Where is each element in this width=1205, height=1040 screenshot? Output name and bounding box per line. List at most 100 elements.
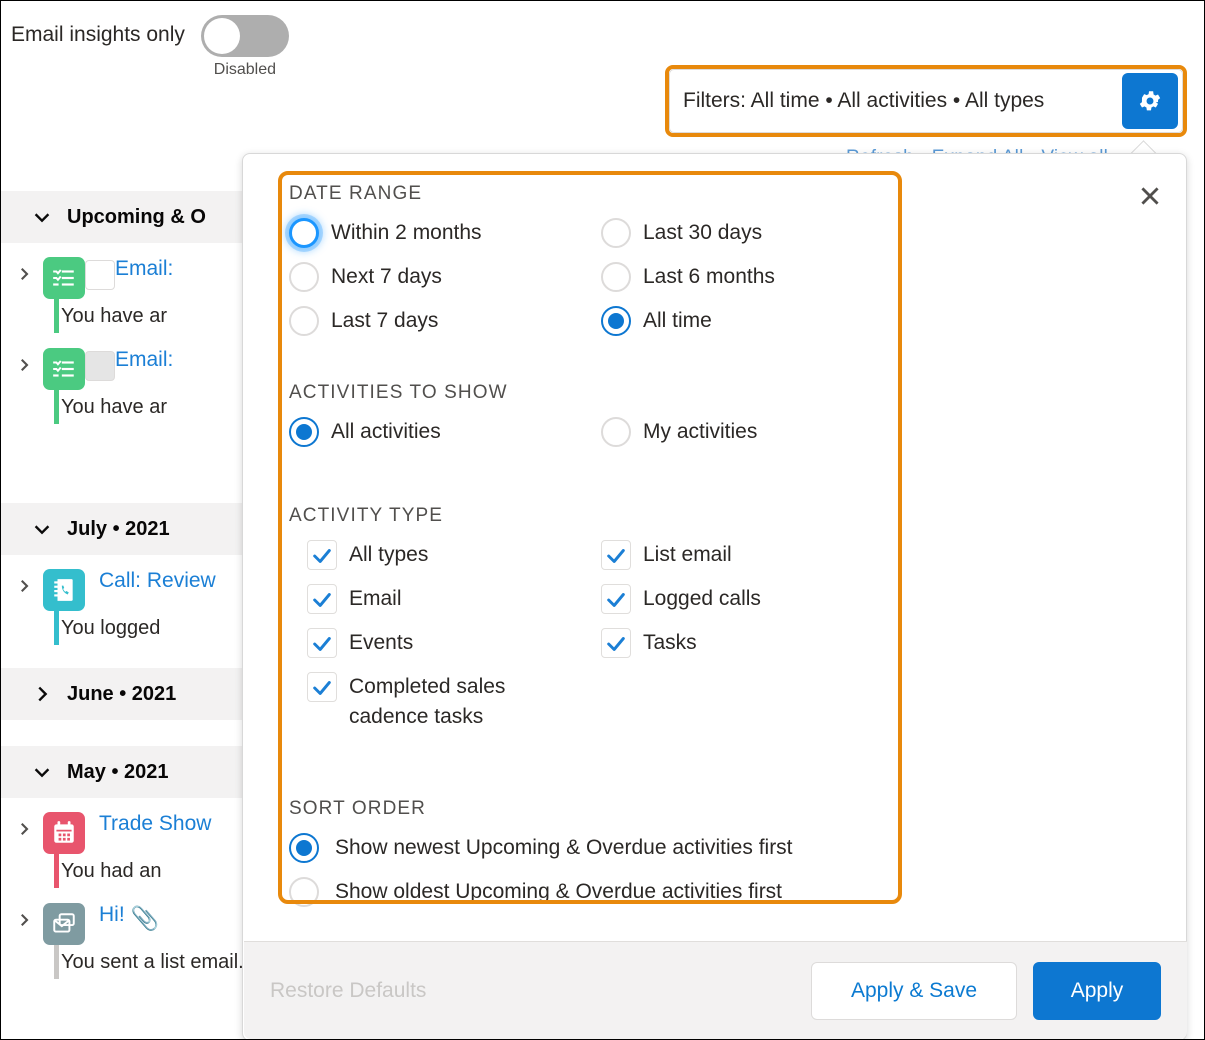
timeline-connector	[54, 611, 59, 645]
activity-timeline: Upcoming & O Email: You have ar Email: Y…	[1, 191, 251, 980]
timeline-item-title[interactable]: Trade Show	[99, 812, 211, 836]
checkbox-indicator	[307, 628, 337, 658]
radio-my-activities[interactable]: My activities	[601, 417, 889, 447]
option-label: Last 30 days	[643, 221, 763, 244]
chevron-right-icon[interactable]	[15, 348, 37, 382]
timeline-item-checkbox[interactable]	[85, 351, 115, 381]
check-icon	[313, 549, 331, 563]
radio-all-activities[interactable]: All activities	[289, 417, 601, 447]
option-label: Events	[349, 631, 414, 654]
radio-indicator	[601, 218, 631, 248]
radio-last-30-days[interactable]: Last 30 days	[601, 218, 889, 248]
radio-indicator	[289, 417, 319, 447]
radio-all-time[interactable]: All time	[601, 306, 889, 336]
close-button[interactable]	[1130, 176, 1170, 216]
filters-gear-button[interactable]	[1122, 73, 1178, 129]
checkbox-list-email[interactable]: List email	[601, 540, 889, 570]
check-icon	[313, 593, 331, 607]
check-icon	[607, 637, 625, 651]
apply-and-save-button[interactable]: Apply & Save	[811, 961, 1017, 1020]
timeline-spacer	[1, 425, 251, 503]
chevron-right-icon[interactable]	[15, 903, 37, 937]
timeline-section-label: May • 2021	[67, 760, 169, 783]
filter-form: DATE RANGE Within 2 months Next 7 days L…	[289, 183, 889, 921]
checkbox-indicator	[601, 540, 631, 570]
option-label: Logged calls	[643, 587, 761, 610]
timeline-item-title[interactable]: Email:	[115, 348, 173, 372]
footer-actions: Apply & Save Apply	[811, 961, 1161, 1020]
radio-next-7-days[interactable]: Next 7 days	[289, 262, 601, 292]
timeline-section-july[interactable]: July • 2021	[1, 503, 251, 555]
email-insights-toggle[interactable]	[200, 15, 289, 57]
gear-icon	[1139, 91, 1161, 111]
checkbox-all-types[interactable]: All types	[307, 540, 601, 570]
group-activity-type: ACTIVITY TYPE All types Email Events Com…	[289, 505, 889, 746]
filters-bar[interactable]: Filters: All time • All activities • All…	[669, 69, 1183, 133]
timeline-item: Email: You have ar	[1, 243, 251, 334]
timeline-item: Hi! 📎 You sent a list email.	[1, 889, 251, 980]
timeline-item-desc: You have ar	[61, 396, 168, 418]
chevron-down-icon	[31, 761, 53, 783]
check-icon	[607, 549, 625, 563]
group-activities-to-show: ACTIVITIES TO SHOW All activities My act…	[289, 382, 889, 461]
option-label: Last 7 days	[331, 309, 439, 332]
timeline-connector	[54, 299, 59, 333]
timeline-spacer	[1, 646, 251, 668]
radio-sort-newest-first[interactable]: Show newest Upcoming & Overdue activitie…	[289, 833, 889, 863]
option-label: Last 6 months	[643, 265, 775, 288]
radio-indicator	[601, 306, 631, 336]
chevron-right-icon[interactable]	[15, 257, 37, 291]
list-email-icon	[43, 903, 85, 945]
option-label: Show newest Upcoming & Overdue activitie…	[335, 836, 793, 859]
timeline-item-desc: You had an	[61, 860, 162, 882]
screen: Email insights only Disabled Refresh • E…	[0, 0, 1205, 1040]
call-icon	[43, 569, 85, 611]
group-title: SORT ORDER	[289, 798, 426, 819]
checkbox-logged-calls[interactable]: Logged calls	[601, 584, 889, 614]
radio-sort-oldest-first[interactable]: Show oldest Upcoming & Overdue activitie…	[289, 877, 889, 907]
timeline-section-label: July • 2021	[67, 517, 170, 540]
option-label: Email	[349, 587, 402, 610]
checkbox-completed-sales-cadence-tasks[interactable]: Completed sales cadence tasks	[307, 672, 601, 732]
timeline-item-title[interactable]: Hi!	[99, 903, 125, 927]
chevron-down-icon	[31, 518, 53, 540]
checkbox-tasks[interactable]: Tasks	[601, 628, 889, 658]
timeline-connector	[54, 390, 59, 424]
radio-last-7-days[interactable]: Last 7 days	[289, 306, 601, 336]
radio-indicator	[289, 877, 319, 907]
timeline-item-checkbox[interactable]	[85, 260, 115, 290]
group-title: ACTIVITIES TO SHOW	[289, 382, 508, 403]
close-icon	[1141, 187, 1159, 205]
chevron-right-icon	[31, 683, 53, 705]
timeline-item: Trade Show You had an	[1, 798, 251, 889]
timeline-section-may[interactable]: May • 2021	[1, 746, 251, 798]
check-icon	[607, 593, 625, 607]
timeline-item-desc: You sent a list email.	[61, 951, 244, 973]
checkbox-indicator	[601, 628, 631, 658]
timeline-section-label: Upcoming & O	[67, 205, 206, 228]
option-label: All time	[643, 309, 712, 332]
radio-indicator	[601, 262, 631, 292]
chevron-right-icon[interactable]	[15, 812, 37, 846]
radio-last-6-months[interactable]: Last 6 months	[601, 262, 889, 292]
timeline-item-title[interactable]: Email:	[115, 257, 173, 281]
activity-type-right-column: List email Logged calls Tasks	[601, 540, 889, 746]
email-insights-label: Email insights only	[11, 23, 185, 46]
restore-defaults-button[interactable]: Restore Defaults	[270, 979, 426, 1003]
check-icon	[313, 637, 331, 651]
option-label: All types	[349, 543, 429, 566]
timeline-section-june[interactable]: June • 2021	[1, 668, 251, 720]
timeline-section-upcoming[interactable]: Upcoming & O	[1, 191, 251, 243]
group-date-range: DATE RANGE Within 2 months Next 7 days L…	[289, 183, 889, 350]
option-label: Within 2 months	[331, 221, 482, 244]
apply-button[interactable]: Apply	[1033, 961, 1161, 1020]
checkbox-events[interactable]: Events	[307, 628, 601, 658]
activity-type-left-column: All types Email Events Completed sales c…	[289, 540, 601, 746]
check-icon	[313, 681, 331, 695]
timeline-item-title[interactable]: Call: Review	[99, 569, 216, 593]
timeline-connector	[54, 854, 59, 888]
radio-indicator	[289, 218, 319, 248]
chevron-right-icon[interactable]	[15, 569, 37, 603]
radio-within-2-months[interactable]: Within 2 months	[289, 218, 601, 248]
checkbox-email[interactable]: Email	[307, 584, 601, 614]
